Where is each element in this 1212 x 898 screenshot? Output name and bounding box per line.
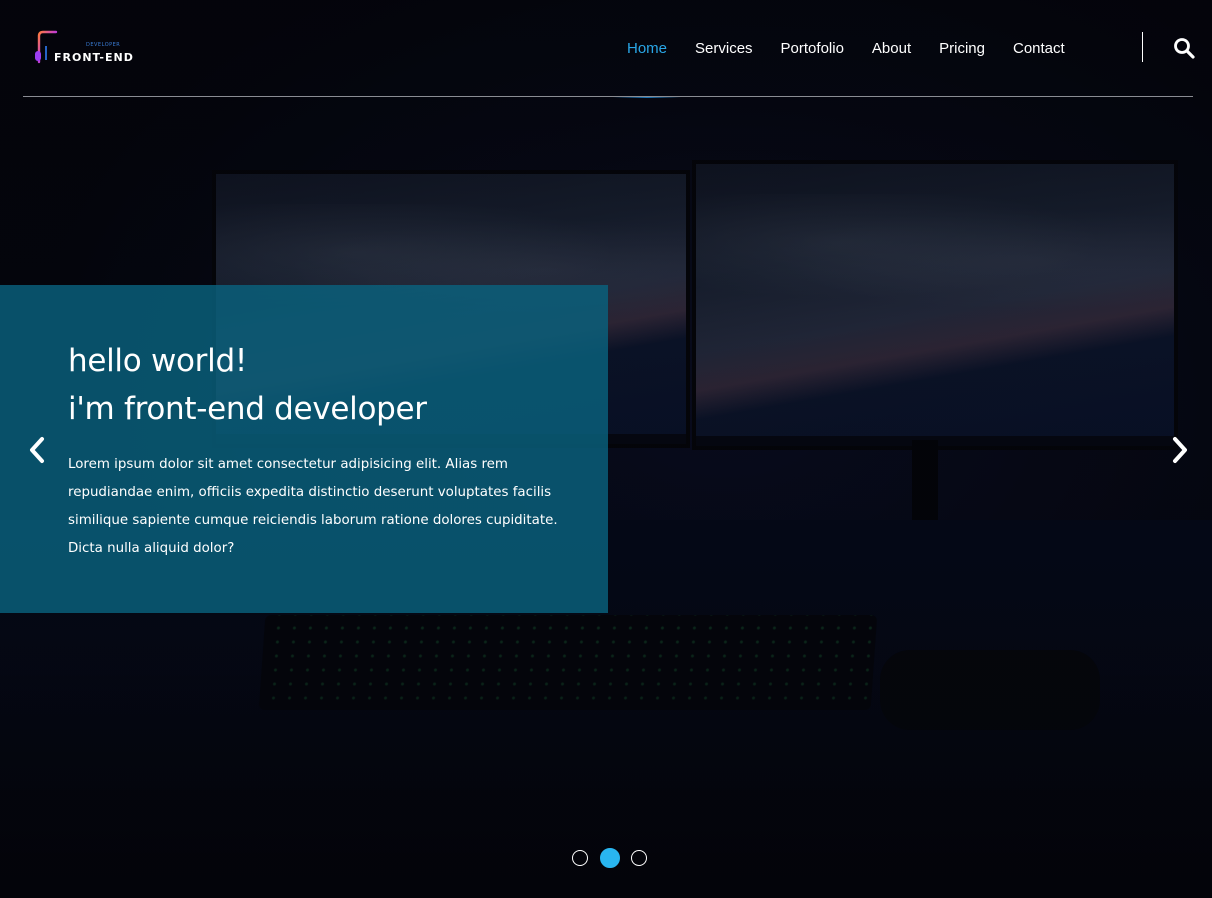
hero-title-line-1: hello world! [68,343,247,379]
logo-tagline: DEVELOPER [86,42,121,48]
page: DEVELOPER FRONT-END Home Services Portof… [0,0,1212,898]
hero-card: hello world! i'm front-end developer Lor… [0,285,608,613]
header-divider [23,96,1193,97]
nav-item-portofolio[interactable]: Portofolio [781,0,844,97]
hero-title: hello world! i'm front-end developer [68,337,427,433]
nav-item-contact[interactable]: Contact [1013,0,1065,97]
hero-title-line-2: i'm front-end developer [68,391,427,427]
hero-description: Lorem ipsum dolor sit amet consectetur a… [68,457,558,556]
carousel-dot-3[interactable] [631,850,647,866]
nav-item-services[interactable]: Services [695,0,753,97]
main-nav: Home Services Portofolio About Pricing C… [612,0,1093,98]
nav-divider [1142,32,1143,62]
site-logo[interactable]: DEVELOPER FRONT-END [32,30,142,70]
site-header: DEVELOPER FRONT-END Home Services Portof… [0,0,1212,98]
carousel-indicators [572,848,661,868]
carousel-dot-2[interactable] [600,848,620,868]
chevron-right-icon[interactable] [1168,436,1192,464]
search-icon[interactable] [1172,36,1196,60]
chevron-left-icon[interactable] [26,436,50,464]
logo-brand-text: FRONT-END [54,51,134,64]
carousel-dot-1[interactable] [572,850,588,866]
nav-item-pricing[interactable]: Pricing [939,0,985,97]
nav-item-about[interactable]: About [872,0,911,97]
nav-item-home[interactable]: Home [612,0,682,98]
